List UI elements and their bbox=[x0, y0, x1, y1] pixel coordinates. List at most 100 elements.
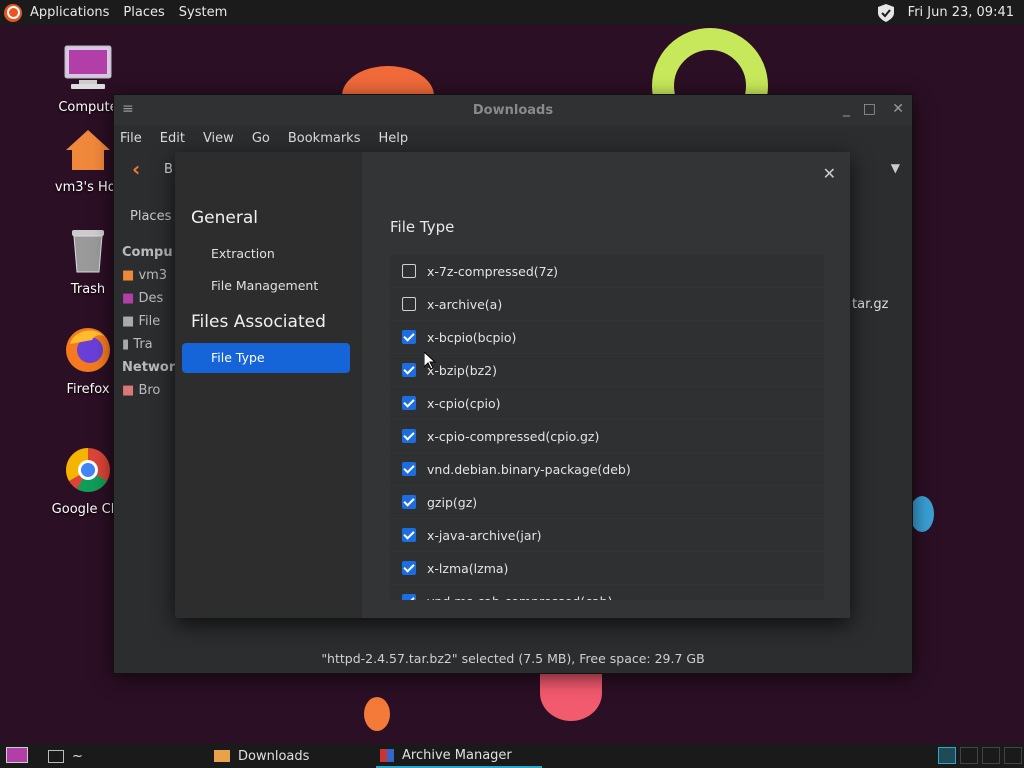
sidebar-item-network[interactable]: Networ bbox=[122, 356, 182, 379]
workspace-3[interactable] bbox=[982, 747, 1000, 764]
sidebar-item-desktop[interactable]: ■ Des bbox=[122, 287, 182, 310]
sidebar-item-label: Bro bbox=[138, 383, 161, 398]
nav-file-type[interactable]: File Type bbox=[182, 343, 350, 373]
file-type-label: vnd.debian.binary-package(deb) bbox=[427, 461, 631, 477]
workspace-2[interactable] bbox=[960, 747, 978, 764]
file-type-checkbox[interactable] bbox=[402, 264, 416, 278]
sidebar-item-label: Des bbox=[138, 291, 164, 306]
task-label: Archive Manager bbox=[402, 747, 512, 763]
file-type-row[interactable]: x-7z-compressed(7z) bbox=[390, 255, 824, 287]
file-type-label: x-7z-compressed(7z) bbox=[427, 263, 559, 279]
minimize-icon[interactable]: _ bbox=[843, 101, 850, 117]
file-type-label: x-bzip(bz2) bbox=[427, 362, 498, 378]
close-icon[interactable]: ✕ bbox=[892, 101, 904, 117]
file-type-checkbox[interactable] bbox=[402, 297, 416, 311]
show-desktop-icon[interactable] bbox=[6, 747, 28, 763]
drive-icon: ■ bbox=[122, 314, 135, 329]
dialog-close-icon[interactable]: ✕ bbox=[823, 164, 836, 183]
workspace-4[interactable] bbox=[1004, 747, 1022, 764]
system-menu[interactable]: System bbox=[177, 5, 229, 20]
shield-icon[interactable] bbox=[877, 3, 894, 22]
file-type-row[interactable]: x-bcpio(bcpio) bbox=[390, 321, 824, 353]
file-type-label: x-archive(a) bbox=[427, 296, 503, 312]
dropdown-chevron-icon[interactable]: ▼ bbox=[891, 161, 900, 175]
file-type-row[interactable]: vnd.ms-cab-compressed(cab) bbox=[390, 585, 824, 600]
task-label: Downloads bbox=[238, 748, 310, 764]
workspace-1[interactable] bbox=[938, 747, 956, 764]
file-type-checkbox[interactable] bbox=[402, 330, 416, 344]
taskbar-archive-manager[interactable]: Archive Manager bbox=[376, 744, 542, 768]
file-type-list[interactable]: x-7z-compressed(7z) x-archive(a) x-bcpio(b… bbox=[390, 255, 824, 600]
file-type-checkbox[interactable] bbox=[402, 462, 416, 476]
file-type-label: x-lzma(lzma) bbox=[427, 560, 509, 576]
nav-file-management[interactable]: File Management bbox=[182, 271, 350, 301]
file-item-label[interactable]: tar.gz bbox=[852, 297, 888, 312]
firefox-icon bbox=[66, 328, 110, 372]
files-associated-header: Files Associated bbox=[191, 312, 326, 332]
places-menu[interactable]: Places bbox=[121, 5, 166, 20]
window-titlebar[interactable]: ≡ Downloads _ □ ✕ bbox=[114, 95, 912, 125]
menu-view[interactable]: View bbox=[203, 131, 242, 146]
sidebar-item-trash[interactable]: ▮ Tra bbox=[122, 333, 182, 356]
menu-file[interactable]: File bbox=[120, 131, 150, 146]
sidebar-item-computer[interactable]: Compu bbox=[122, 241, 182, 264]
dialog-nav: General Extraction File Management Files… bbox=[175, 152, 360, 618]
file-type-label: vnd.ms-cab-compressed(cab) bbox=[427, 594, 612, 601]
sidebar-item-filesystem[interactable]: ■ File bbox=[122, 310, 182, 333]
file-type-label: x-cpio(cpio) bbox=[427, 395, 501, 411]
back-icon[interactable]: ‹ bbox=[132, 157, 140, 181]
menu-bookmarks[interactable]: Bookmarks bbox=[288, 131, 369, 146]
file-type-row[interactable]: vnd.debian.binary-package(deb) bbox=[390, 453, 824, 485]
ubuntu-logo-icon[interactable] bbox=[4, 3, 22, 22]
trash-icon bbox=[72, 230, 104, 273]
status-bar: "httpd-2.4.57.tar.bz2" selected (7.5 MB)… bbox=[321, 651, 705, 666]
taskbar: ~ Downloads Archive Manager bbox=[0, 744, 1024, 768]
file-type-row[interactable]: x-bzip(bz2) bbox=[390, 354, 824, 386]
sidebar-item-browse[interactable]: ■ Bro bbox=[122, 379, 182, 402]
sidebar-item-home[interactable]: ■ vm3 bbox=[122, 264, 182, 287]
maximize-icon[interactable]: □ bbox=[863, 101, 876, 117]
nav-extraction[interactable]: Extraction bbox=[182, 239, 350, 269]
file-type-checkbox[interactable] bbox=[402, 594, 416, 600]
home-folder-icon bbox=[66, 130, 110, 170]
menu-go[interactable]: Go bbox=[252, 131, 278, 146]
places-label[interactable]: Places bbox=[130, 209, 171, 224]
taskbar-downloads[interactable]: Downloads bbox=[214, 744, 309, 768]
file-type-checkbox[interactable] bbox=[402, 528, 416, 542]
file-type-checkbox[interactable] bbox=[402, 561, 416, 575]
file-type-label: x-bcpio(bcpio) bbox=[427, 329, 517, 345]
path-crumb[interactable]: B bbox=[164, 162, 173, 177]
file-type-checkbox[interactable] bbox=[402, 495, 416, 509]
file-type-label: x-java-archive(jar) bbox=[427, 527, 542, 543]
sidebar-item-label: Tra bbox=[133, 337, 153, 352]
file-type-checkbox[interactable] bbox=[402, 396, 416, 410]
menubar: File Edit View Go Bookmarks Help bbox=[114, 125, 912, 151]
file-type-row[interactable]: gzip(gz) bbox=[390, 486, 824, 518]
file-type-row[interactable]: x-lzma(lzma) bbox=[390, 552, 824, 584]
dialog-content: File Type x-7z-compressed(7z) x-archive(a… bbox=[362, 152, 850, 618]
sidebar-item-label: File bbox=[138, 314, 161, 329]
taskbar-terminal[interactable]: ~ bbox=[48, 744, 83, 768]
file-type-row[interactable]: x-cpio-compressed(cpio.gz) bbox=[390, 420, 824, 452]
window-title: Downloads bbox=[472, 102, 554, 118]
sidebar-item-label: vm3 bbox=[138, 268, 168, 283]
trash-icon: ▮ bbox=[122, 337, 130, 352]
top-panel: Applications Places System Fri Jun 23, 0… bbox=[0, 0, 1024, 25]
file-type-checkbox[interactable] bbox=[402, 363, 416, 377]
preferences-dialog: General Extraction File Management Files… bbox=[175, 152, 850, 618]
folder-icon bbox=[214, 750, 230, 762]
file-type-label: gzip(gz) bbox=[427, 494, 478, 510]
archive-manager-icon bbox=[380, 748, 394, 762]
file-type-row[interactable]: x-java-archive(jar) bbox=[390, 519, 824, 551]
file-type-row[interactable]: x-archive(a) bbox=[390, 288, 824, 320]
mouse-cursor-icon bbox=[424, 352, 436, 370]
desktop-icon: ■ bbox=[122, 291, 135, 306]
terminal-label: ~ bbox=[72, 748, 83, 764]
file-type-row[interactable]: x-cpio(cpio) bbox=[390, 387, 824, 419]
file-type-title: File Type bbox=[390, 218, 455, 236]
menu-edit[interactable]: Edit bbox=[160, 131, 193, 146]
file-type-checkbox[interactable] bbox=[402, 429, 416, 443]
applications-menu[interactable]: Applications bbox=[28, 5, 111, 20]
clock[interactable]: Fri Jun 23, 09:41 bbox=[908, 5, 1014, 20]
menu-help[interactable]: Help bbox=[378, 131, 416, 146]
